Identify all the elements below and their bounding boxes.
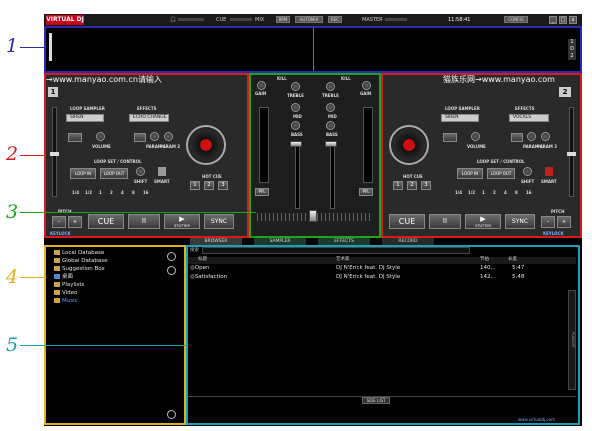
callout-frame-2-right — [381, 73, 582, 238]
callout-label-2: 2 — [6, 143, 19, 165]
close-button[interactable]: x — [569, 16, 577, 24]
headphone-volume-slider[interactable] — [178, 18, 204, 21]
callout-frame-5 — [186, 245, 580, 425]
minimize-button[interactable]: _ — [549, 16, 557, 24]
cue-mix-slider[interactable] — [230, 18, 252, 21]
callout-frame-3 — [249, 73, 381, 238]
callout-leader-3 — [20, 212, 256, 213]
config-button[interactable]: CONFIG — [504, 16, 528, 23]
callout-frame-2-left — [44, 73, 249, 238]
headphone-icon: 🎧 — [170, 17, 177, 23]
automix-button[interactable]: AUTOMIX — [295, 16, 323, 23]
callout-leader-1 — [20, 47, 44, 48]
callout-frame-4 — [44, 245, 186, 425]
master-label: MASTER — [362, 17, 383, 23]
tab-effects[interactable]: EFFECTS — [318, 238, 370, 245]
tab-browser[interactable]: BROWSER — [190, 238, 242, 245]
callout-leader-4 — [20, 277, 44, 278]
cue-mix-label: CUE — [216, 17, 227, 23]
callout-label-3: 3 — [6, 201, 19, 223]
callout-label-1: 1 — [6, 35, 19, 57]
callout-label-4: 4 — [6, 266, 19, 288]
mix-label: MIX — [255, 17, 265, 23]
tab-sampler[interactable]: SAMPLER — [254, 238, 306, 245]
clock: 11:58:41 — [448, 17, 471, 23]
top-bar: VIRTUAL DJ 🎧 CUE MIX BPM AUTOMIX REC MAS… — [44, 14, 582, 26]
tab-record[interactable]: RECORD — [382, 238, 434, 245]
app-logo: VIRTUAL DJ — [46, 15, 84, 25]
bpm-button[interactable]: BPM — [276, 16, 290, 23]
callout-label-5: 5 — [6, 334, 19, 356]
maximize-button[interactable]: □ — [559, 16, 567, 24]
record-button[interactable]: REC — [328, 16, 342, 23]
master-volume-slider[interactable] — [385, 18, 407, 21]
callout-leader-5 — [20, 345, 186, 346]
callout-leader-2 — [20, 155, 44, 156]
callout-frame-1 — [44, 26, 582, 73]
